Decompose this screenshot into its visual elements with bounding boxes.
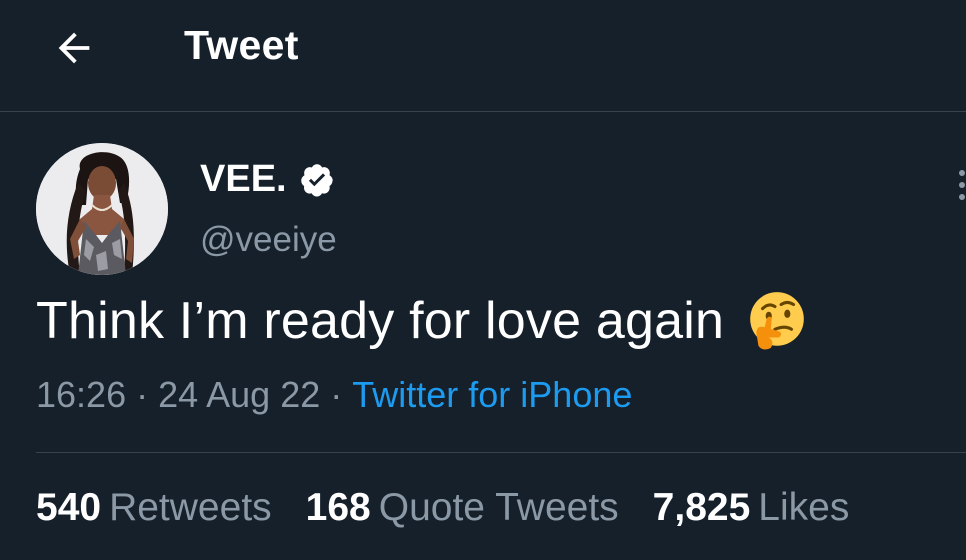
meta-separator: · [136, 374, 149, 415]
quote-tweets-label: Quote Tweets [378, 486, 619, 529]
likes-label: Likes [758, 486, 850, 529]
tweet-stats: 540 Retweets 168 Quote Tweets 7,825 Likes [36, 486, 849, 530]
thinking-face-emoji [750, 292, 804, 350]
more-options-button[interactable] [956, 165, 966, 205]
tweet-time[interactable]: 16:26 [36, 374, 126, 415]
retweets-stat[interactable]: 540 Retweets [36, 486, 272, 530]
retweets-count: 540 [36, 486, 102, 529]
avatar-image [36, 143, 168, 275]
header: Tweet [0, 0, 966, 112]
author-handle[interactable]: @veeiye [200, 220, 337, 260]
quote-tweets-count: 168 [305, 486, 371, 529]
verified-badge-icon [300, 163, 333, 197]
author-name[interactable]: VEE. [200, 158, 287, 201]
quote-tweets-stat[interactable]: 168 Quote Tweets [306, 486, 619, 530]
back-button[interactable] [46, 20, 102, 76]
likes-stat[interactable]: 7,825 Likes [653, 486, 850, 530]
avatar[interactable] [36, 143, 168, 275]
tweet-text: Think I’m ready for love again [36, 288, 810, 354]
arrow-left-icon [58, 32, 90, 64]
tweet-detail-page: Tweet VEE. @veeiye Think I’m ready for l… [0, 0, 966, 560]
divider [36, 452, 966, 453]
author-name-row[interactable]: VEE. [200, 158, 335, 201]
tweet-date[interactable]: 24 Aug 22 [158, 374, 320, 415]
tweet-source-link[interactable]: Twitter for iPhone [352, 374, 632, 415]
meta-separator-2: · [330, 374, 343, 415]
page-title: Tweet [184, 22, 299, 68]
more-dots-icon [959, 170, 965, 200]
retweets-label: Retweets [109, 486, 272, 529]
tweet-meta: 16:26 · 24 Aug 22 · Twitter for iPhone [36, 374, 632, 416]
tweet-body: Think I’m ready for love again [36, 292, 725, 350]
likes-count: 7,825 [652, 486, 751, 529]
